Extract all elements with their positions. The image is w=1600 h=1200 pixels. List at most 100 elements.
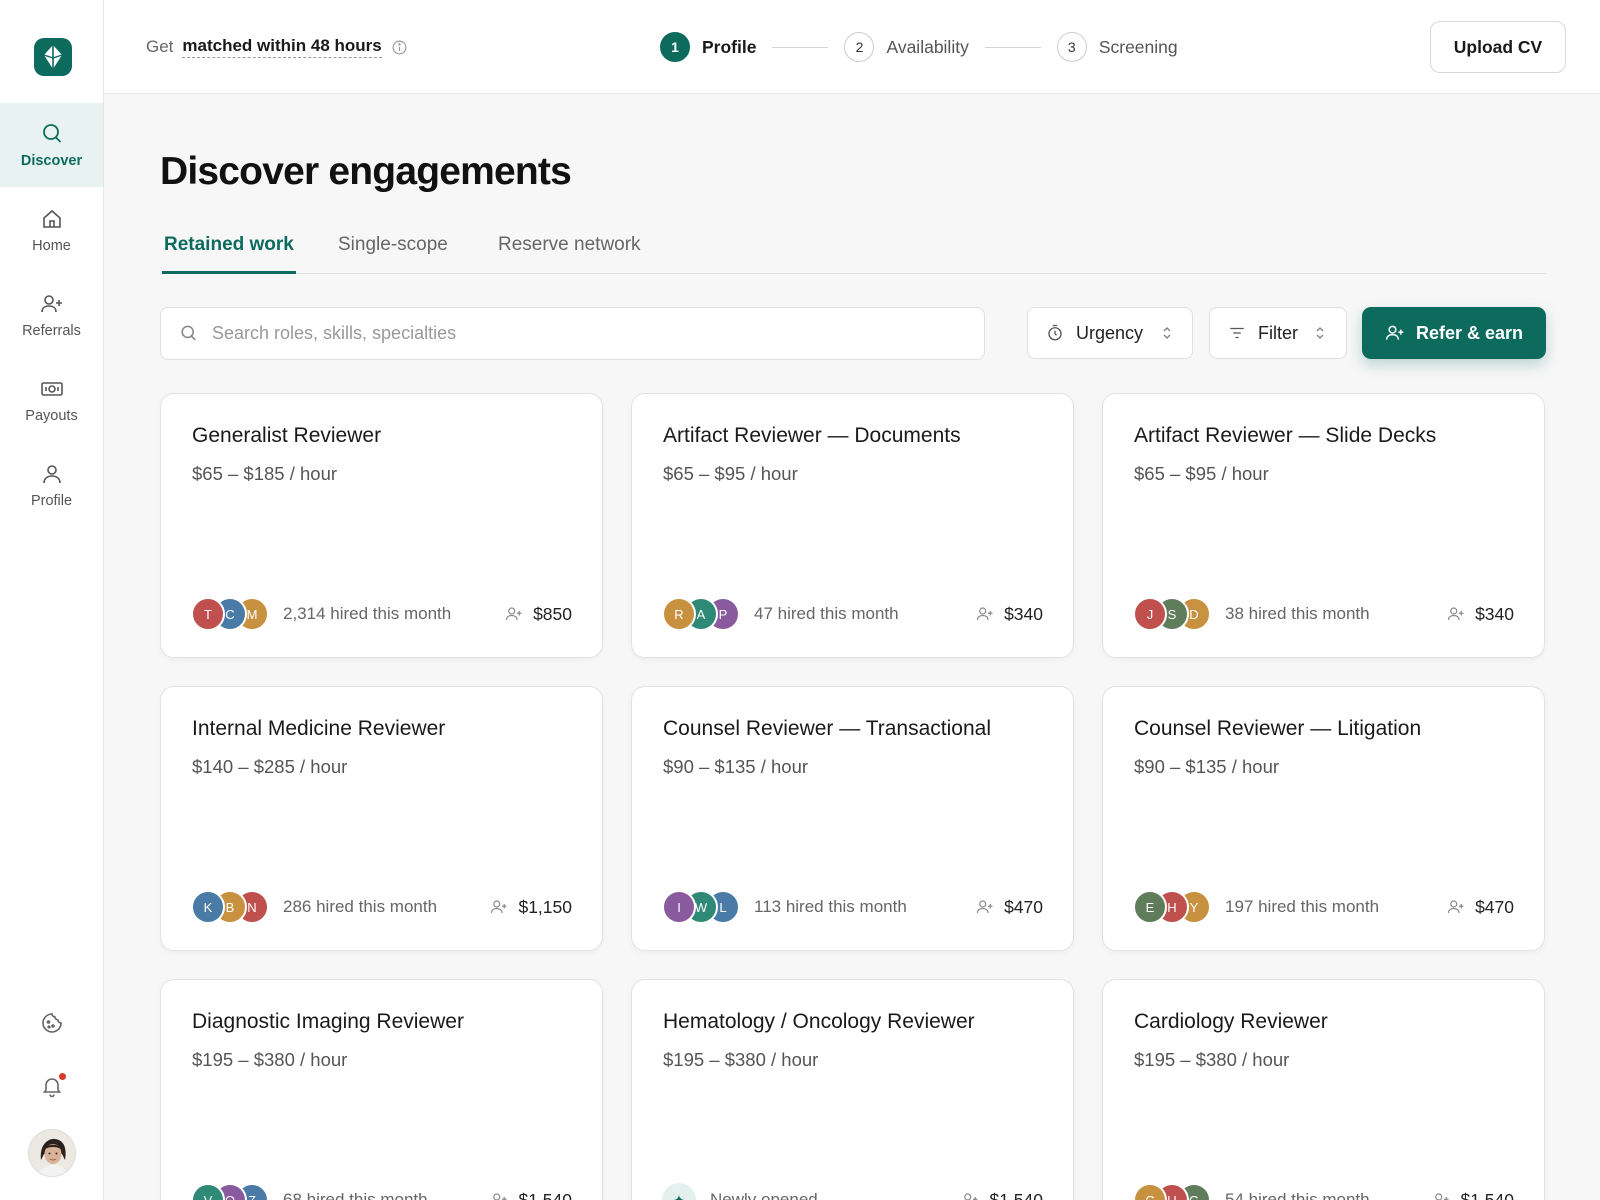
bounty-amount: $470 — [1475, 896, 1514, 917]
app-logo[interactable] — [34, 38, 72, 76]
bounty-amount: $340 — [1004, 603, 1043, 624]
card-title: Cardiology Reviewer — [1134, 1010, 1328, 1033]
tab-single-scope[interactable]: Single-scope — [338, 234, 448, 274]
card-title: Internal Medicine Reviewer — [192, 717, 446, 740]
onboarding-stepper: 1 Profile 2 Availability 3 Screening — [660, 32, 1178, 62]
user-avatar[interactable] — [28, 1129, 76, 1177]
search-bar — [160, 307, 985, 360]
sidebar-item-discover[interactable]: Discover — [0, 103, 103, 187]
card-footer: T C M 2,314 hired this month $850 — [191, 597, 572, 631]
card-footer: ✦ Newly opened $1,540 — [662, 1183, 1043, 1200]
search-input[interactable] — [212, 323, 932, 344]
sidebar-item-profile[interactable]: Profile — [0, 443, 103, 527]
filter-icon — [1230, 327, 1244, 339]
notifications-button[interactable] — [38, 1072, 66, 1100]
card-rate: $65 – $95 / hour — [663, 463, 798, 484]
sidebar-item-payouts[interactable]: Payouts — [0, 358, 103, 442]
cookie-button[interactable] — [38, 1009, 66, 1037]
user-plus-icon — [976, 900, 993, 914]
promo-highlight[interactable]: matched within 48 hours — [182, 36, 382, 58]
engagement-card[interactable]: Cardiology Reviewer $195 – $380 / hour C U G… — [1102, 979, 1545, 1200]
step-screening[interactable]: 3 Screening — [1056, 32, 1178, 62]
engagement-card[interactable]: Artifact Reviewer — Documents $65 – $95 /… — [631, 393, 1074, 658]
referral-bounty: $340 — [1447, 604, 1514, 625]
urgency-select[interactable]: Urgency — [1027, 307, 1193, 359]
engagement-tabs: Retained work Single-scope Reserve netwo… — [160, 228, 1546, 274]
filter-label: Filter — [1258, 322, 1298, 343]
tab-retained-work[interactable]: Retained work — [162, 234, 296, 274]
refer-and-earn-button[interactable]: Refer & earn — [1362, 307, 1546, 359]
card-title: Artifact Reviewer — Documents — [663, 424, 961, 447]
search-icon — [42, 123, 61, 143]
page-title: Discover engagements — [160, 150, 572, 193]
card-footer: C U G 54 hired this month $1,540 — [1133, 1183, 1514, 1200]
referral-bounty: $470 — [976, 897, 1043, 918]
engagement-card[interactable]: Hematology / Oncology Reviewer $195 – $38… — [631, 979, 1074, 1200]
engagement-card[interactable]: Internal Medicine Reviewer $140 – $285 / … — [160, 686, 603, 951]
avatar-stack: EHY — [1133, 890, 1211, 924]
diamond-logo-icon — [43, 45, 63, 69]
step-number: 3 — [1056, 32, 1087, 62]
card-rate: $65 – $95 / hour — [1134, 463, 1269, 484]
sidebar-item-home[interactable]: Home — [0, 188, 103, 272]
timer-icon — [1048, 324, 1062, 341]
step-connector — [772, 46, 829, 48]
info-icon[interactable] — [391, 39, 408, 56]
step-number: 1 — [660, 32, 690, 62]
step-number: 2 — [844, 32, 875, 62]
card-rate: $65 – $185 / hour — [192, 463, 338, 484]
avatar-stack: CUG — [1133, 1183, 1211, 1200]
step-label: Profile — [702, 36, 757, 57]
hire-avatar: R — [662, 597, 696, 631]
card-footer: J S D 38 hired this month $340 — [1133, 597, 1514, 631]
chevron-up-down-icon — [1316, 326, 1324, 340]
card-rate: $90 – $135 / hour — [1134, 756, 1280, 777]
avatar-stack: JSD — [1133, 597, 1211, 631]
card-rate: $195 – $380 / hour — [1134, 1049, 1290, 1070]
step-availability[interactable]: 2 Availability — [844, 32, 969, 62]
card-footer: R A P 47 hired this month $340 — [662, 597, 1043, 631]
referral-bounty: $850 — [505, 604, 572, 625]
user-plus-icon — [1447, 607, 1464, 621]
engagement-card[interactable]: Generalist Reviewer $65 – $185 / hour T C M 2… — [160, 393, 603, 658]
engagement-card[interactable]: Diagnostic Imaging Reviewer $195 – $380 /… — [160, 979, 603, 1200]
bounty-amount: $1,540 — [518, 1189, 572, 1200]
bounty-amount: $470 — [1004, 896, 1043, 917]
hired-count: 47 hired this month — [754, 604, 899, 623]
user-plus-icon — [505, 607, 522, 621]
card-footer: I W L 113 hired this month $470 — [662, 890, 1043, 924]
avatar-stack: RAP — [662, 597, 740, 631]
sidebar-item-label: Home — [32, 237, 71, 254]
refer-label: Refer & earn — [1415, 322, 1524, 343]
card-rate: $195 – $380 / hour — [663, 1049, 819, 1070]
engagement-card[interactable]: Counsel Reviewer — Litigation $90 – $135 … — [1102, 686, 1545, 951]
tab-reserve-network[interactable]: Reserve network — [498, 234, 641, 274]
avatar-stack: ✦ — [662, 1183, 696, 1200]
avatar-stack: VOZ — [191, 1183, 269, 1200]
referral-bounty: $1,540 — [490, 1190, 572, 1200]
card-title: Counsel Reviewer — Transactional — [663, 717, 991, 740]
notification-dot — [59, 1073, 66, 1080]
user-plus-icon — [976, 607, 993, 621]
user-icon — [42, 464, 61, 483]
engagement-card[interactable]: Counsel Reviewer — Transactional $90 – $1… — [631, 686, 1074, 951]
step-profile[interactable]: 1 Profile — [660, 32, 756, 62]
referral-bounty: $1,540 — [961, 1190, 1043, 1200]
hired-count: 286 hired this month — [283, 897, 438, 916]
referral-bounty: $1,150 — [490, 897, 572, 918]
filter-select[interactable]: Filter — [1209, 307, 1347, 359]
sidebar-item-referrals[interactable]: Referrals — [0, 273, 103, 357]
engagement-card[interactable]: Artifact Reviewer — Slide Decks $65 – $95… — [1102, 393, 1545, 658]
hire-avatar: T — [191, 597, 225, 631]
referral-bounty: $1,540 — [1432, 1190, 1514, 1200]
user-plus-icon — [964, 1193, 978, 1200]
avatar-stack: TCM — [191, 597, 269, 631]
urgency-label: Urgency — [1076, 322, 1144, 343]
upload-cv-button[interactable]: Upload CV — [1430, 21, 1566, 73]
home-icon — [42, 209, 61, 228]
hired-count: Newly opened — [710, 1190, 818, 1200]
card-rate: $90 – $135 / hour — [663, 756, 809, 777]
hire-avatar: K — [191, 890, 225, 924]
hired-count: 68 hired this month — [283, 1190, 428, 1200]
hired-count: 197 hired this month — [1225, 897, 1380, 916]
